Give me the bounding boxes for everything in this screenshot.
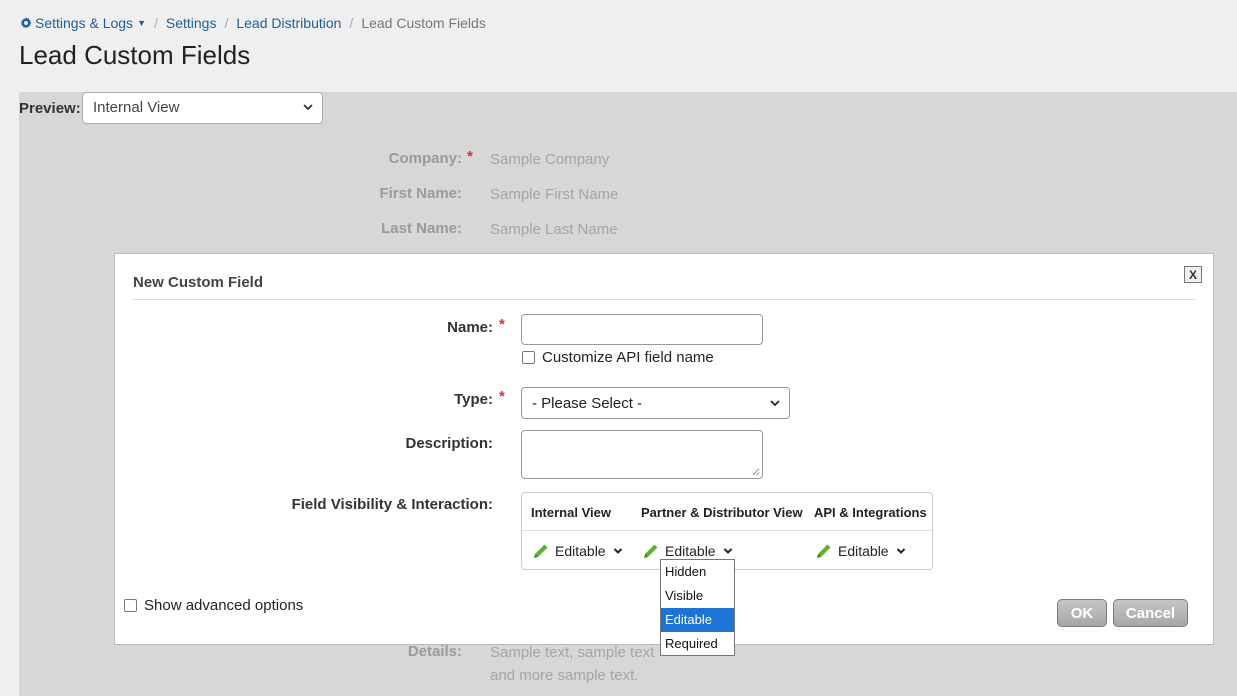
pencil-icon [534, 544, 548, 558]
close-button[interactable]: X [1184, 266, 1202, 283]
pencil-icon [817, 544, 831, 558]
page-title: Lead Custom Fields [19, 40, 251, 70]
resize-handle-icon[interactable] [751, 467, 760, 476]
visibility-partner-dropdown[interactable]: Editable [642, 542, 733, 560]
chevron-down-icon [723, 548, 732, 554]
required-star: * [467, 148, 473, 165]
visibility-api-dropdown[interactable]: Editable [815, 542, 906, 560]
sample-company-value: Sample Company [490, 151, 610, 168]
visibility-label: Field Visibility & Interaction: [291, 496, 493, 513]
chevron-down-icon [303, 104, 313, 111]
breadcrumb-lead-distribution[interactable]: Lead Distribution [236, 15, 341, 31]
visibility-options-list: Hidden Visible Editable Required [660, 559, 735, 656]
breadcrumb: Settings & Logs ▼ / Settings / Lead Dist… [20, 15, 486, 31]
cancel-button[interactable]: Cancel [1113, 599, 1188, 627]
required-star: * [499, 316, 505, 333]
sample-first-name-label: First Name: [379, 185, 462, 202]
breadcrumb-separator: / [349, 15, 354, 31]
chevron-down-icon [770, 400, 780, 407]
sample-details-line1: Sample text, sample text [490, 644, 655, 661]
visibility-header-api: API & Integrations [814, 505, 927, 520]
visibility-internal-dropdown[interactable]: Editable [532, 542, 623, 560]
visibility-header-internal: Internal View [531, 505, 611, 520]
visibility-partner-value: Editable [665, 543, 716, 559]
visibility-internal-value: Editable [555, 543, 606, 559]
description-label: Description: [405, 435, 493, 452]
sample-company-label: Company: [388, 150, 462, 167]
advanced-options-checkbox[interactable] [124, 599, 137, 612]
customize-api-row: Customize API field name [522, 349, 714, 366]
chevron-down-icon [613, 548, 622, 554]
breadcrumb-separator: / [224, 15, 229, 31]
dialog-divider [133, 299, 1195, 300]
visibility-header-partner: Partner & Distributor View [641, 505, 803, 520]
breadcrumb-separator: / [153, 15, 158, 31]
advanced-options-label: Show advanced options [144, 597, 304, 614]
type-select[interactable]: - Please Select - [521, 387, 790, 419]
preview-select[interactable]: Internal View [82, 92, 323, 124]
type-label: Type: [454, 391, 493, 408]
sample-last-name-value: Sample Last Name [490, 221, 618, 238]
sample-last-name-label: Last Name: [381, 220, 462, 237]
customize-api-checkbox[interactable] [522, 351, 535, 364]
ok-button[interactable]: OK [1057, 599, 1107, 627]
gear-icon [20, 17, 32, 29]
option-hidden[interactable]: Hidden [661, 560, 734, 584]
breadcrumb-settings[interactable]: Settings [166, 15, 217, 31]
pencil-icon [644, 544, 658, 558]
option-required[interactable]: Required [661, 632, 734, 656]
visibility-api-value: Editable [838, 543, 889, 559]
dialog-title: New Custom Field [133, 274, 264, 291]
sample-details-line2: and more sample text. [490, 667, 639, 684]
breadcrumb-current: Lead Custom Fields [361, 15, 486, 31]
breadcrumb-root-label: Settings & Logs [35, 15, 134, 31]
preview-select-value: Internal View [93, 99, 180, 116]
preview-label: Preview: [19, 100, 81, 117]
breadcrumb-settings-logs[interactable]: Settings & Logs ▼ [20, 15, 146, 31]
visibility-divider [522, 530, 932, 531]
type-select-value: - Please Select - [532, 395, 643, 412]
name-label: Name: [447, 319, 493, 336]
advanced-options-row: Show advanced options [124, 597, 303, 614]
chevron-down-icon [896, 548, 905, 554]
name-input[interactable] [521, 314, 763, 345]
required-star: * [499, 388, 505, 405]
caret-down-icon: ▼ [137, 18, 146, 28]
sample-first-name-value: Sample First Name [490, 186, 619, 203]
close-icon: X [1188, 267, 1197, 282]
option-editable[interactable]: Editable [661, 608, 734, 632]
sample-details-label: Details: [407, 643, 462, 660]
option-visible[interactable]: Visible [661, 584, 734, 608]
customize-api-label: Customize API field name [542, 349, 714, 366]
description-textarea[interactable] [521, 430, 763, 479]
